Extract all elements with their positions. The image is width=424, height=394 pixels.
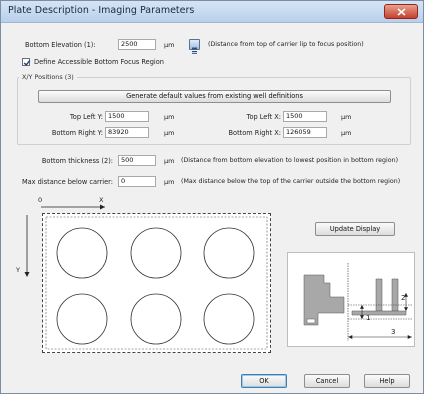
- bottom-right-x-input[interactable]: 126059: [283, 127, 327, 138]
- well-b2[interactable]: [130, 293, 182, 345]
- cross-section-diagram: 1 2 3: [287, 252, 415, 347]
- define-region-label[interactable]: Define Accessible Bottom Focus Region: [34, 58, 164, 66]
- top-left-y-input[interactable]: 1500: [105, 111, 149, 122]
- top-left-x-input[interactable]: 1500: [283, 111, 327, 122]
- dialog-window: Plate Description - Imaging Parameters B…: [0, 0, 424, 394]
- bottom-elevation-description: (Distance from top of carrier lip to foc…: [208, 41, 364, 48]
- well-b3[interactable]: [203, 293, 255, 345]
- well-a2[interactable]: [130, 227, 182, 279]
- top-left-y-label: Top Left Y:: [69, 113, 103, 121]
- title-bar[interactable]: Plate Description - Imaging Parameters: [1, 1, 423, 23]
- plate-preview: [42, 213, 271, 353]
- bottom-elevation-label: Bottom Elevation (1):: [25, 41, 96, 49]
- bottom-right-y-label: Bottom Right Y:: [51, 129, 103, 137]
- bottom-elevation-unit: µm: [164, 41, 175, 49]
- bottom-right-y-unit: µm: [164, 129, 175, 137]
- axis-y-label: Y: [16, 266, 20, 274]
- max-distance-label: Max distance below carrier:: [21, 178, 113, 186]
- xy-positions-legend: X/Y Positions (3): [19, 73, 77, 81]
- well-b1[interactable]: [56, 293, 108, 345]
- bottom-thickness-unit: µm: [164, 157, 175, 165]
- bottom-right-x-label: Bottom Right X:: [228, 129, 281, 137]
- cancel-button[interactable]: Cancel: [304, 374, 350, 388]
- top-left-y-unit: µm: [164, 113, 175, 121]
- top-left-x-label: Top Left X:: [246, 113, 281, 121]
- bottom-elevation-input[interactable]: 2500: [118, 39, 156, 50]
- close-icon: [397, 8, 406, 16]
- max-distance-input[interactable]: 0: [118, 176, 156, 187]
- checkmark-icon: [23, 60, 31, 67]
- well-a3[interactable]: [203, 227, 255, 279]
- max-distance-description: (Max distance below the top of the carri…: [181, 178, 401, 185]
- diagram-label-2: 2: [401, 294, 406, 302]
- bottom-right-x-unit: µm: [341, 129, 352, 137]
- bottom-thickness-label: Bottom thickness (2):: [41, 157, 113, 165]
- bottom-thickness-input[interactable]: 500: [118, 155, 156, 166]
- calculator-icon[interactable]: [189, 39, 200, 54]
- diagram-label-1: 1: [366, 314, 371, 322]
- define-region-checkbox[interactable]: [22, 58, 31, 67]
- close-button[interactable]: [384, 4, 418, 19]
- top-left-x-unit: µm: [341, 113, 352, 121]
- update-display-button[interactable]: Update Display: [315, 222, 395, 236]
- diagram-label-3: 3: [391, 328, 396, 336]
- window-title: Plate Description - Imaging Parameters: [8, 5, 195, 16]
- bottom-right-y-input[interactable]: 83920: [105, 127, 149, 138]
- well-a1[interactable]: [56, 227, 108, 279]
- max-distance-unit: µm: [164, 178, 175, 186]
- generate-defaults-button[interactable]: Generate default values from existing we…: [38, 90, 391, 103]
- help-button[interactable]: Help: [364, 374, 410, 388]
- ok-button[interactable]: OK: [241, 374, 287, 388]
- bottom-thickness-description: (Distance from bottom elevation to lowes…: [181, 157, 399, 164]
